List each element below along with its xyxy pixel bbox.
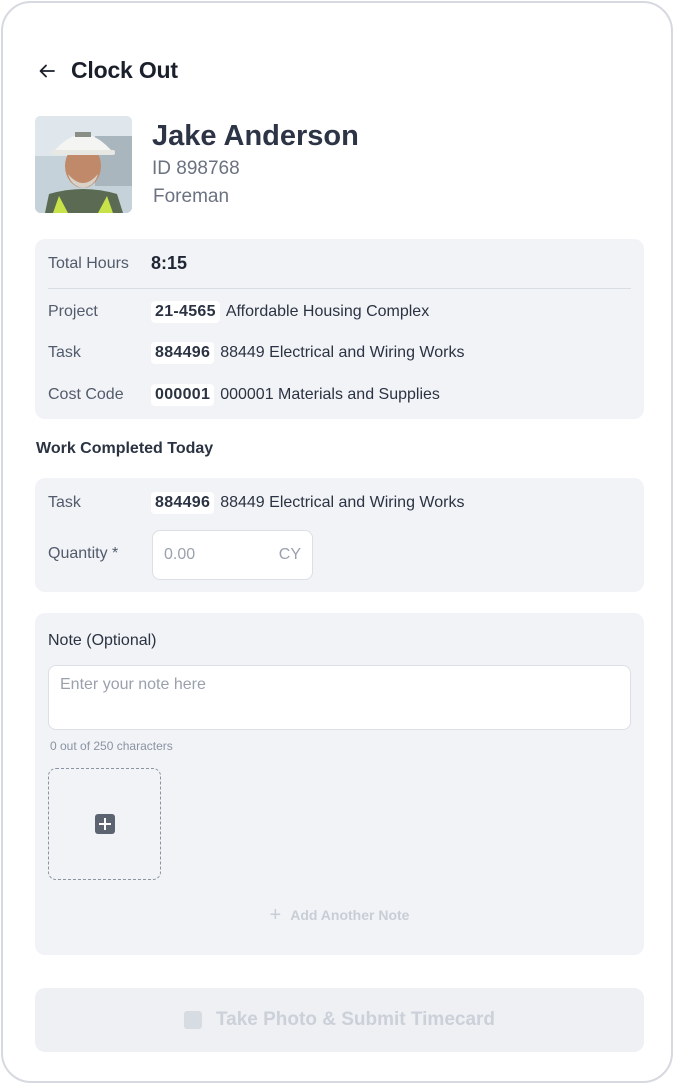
cost-code-name: 000001 Materials and Supplies (220, 386, 440, 403)
note-placeholder: Enter your note here (60, 676, 206, 693)
task-name: 88449 Electrical and Wiring Works (220, 344, 465, 361)
task-code: 884496 (151, 342, 215, 364)
employee-profile: Jake Anderson ID 898768 Foreman (35, 116, 359, 213)
project-code: 21-4565 (151, 301, 220, 323)
employee-role: Foreman (153, 186, 230, 207)
work-completed-card: Task 884496 88449 Electrical and Wiring … (35, 478, 644, 592)
total-hours-value: 8:15 (151, 253, 188, 273)
project-row: Project 21-4565 Affordable Housing Compl… (48, 301, 429, 323)
arrow-left-icon[interactable] (37, 61, 57, 81)
submit-label: Take Photo & Submit Timecard (215, 1009, 496, 1030)
work-task-code: 884496 (151, 492, 215, 514)
profile-info: Jake Anderson ID 898768 Foreman (152, 116, 359, 213)
camera-icon (183, 1011, 202, 1029)
work-completed-heading: Work Completed Today (36, 440, 214, 457)
work-task-name: 88449 Electrical and Wiring Works (220, 494, 465, 511)
plus-icon: + (269, 904, 282, 926)
submit-timecard-button[interactable]: Take Photo & Submit Timecard (35, 988, 644, 1052)
note-label: Note (Optional) (48, 632, 157, 649)
cost-code-label: Cost Code (48, 386, 124, 403)
quantity-label: Quantity * (48, 545, 119, 562)
total-hours-row: Total Hours 8:15 (48, 253, 187, 274)
task-label: Task (48, 344, 81, 361)
task-row: Task 884496 88449 Electrical and Wiring … (48, 342, 464, 364)
quantity-unit: CY (278, 546, 301, 563)
quantity-input[interactable]: 0.00 CY (152, 530, 313, 580)
timecard-summary: Total Hours 8:15 Project 21-4565 Afforda… (35, 239, 644, 419)
work-task-label: Task (48, 494, 81, 511)
header: Clock Out (37, 57, 178, 84)
total-hours-label: Total Hours (48, 254, 129, 272)
add-another-note-button[interactable]: + Add Another Note (35, 904, 644, 926)
cost-code-row: Cost Code 000001 000001 Materials and Su… (48, 384, 440, 406)
plus-square-icon (94, 814, 115, 834)
add-photo-button[interactable] (48, 768, 161, 880)
work-task-row: Task 884496 88449 Electrical and Wiring … (48, 492, 464, 514)
project-label: Project (48, 303, 98, 320)
quantity-row: Quantity * (48, 545, 151, 563)
quantity-placeholder: 0.00 (164, 546, 196, 563)
employee-name: Jake Anderson (152, 120, 359, 152)
char-count: 0 out of 250 characters (50, 739, 173, 753)
divider (48, 288, 631, 289)
note-input[interactable]: Enter your note here (48, 665, 631, 730)
add-another-note-label: Add Another Note (290, 907, 410, 923)
employee-id: ID 898768 (152, 158, 240, 179)
page-title: Clock Out (71, 57, 178, 83)
cost-code: 000001 (151, 384, 215, 406)
avatar-photo (35, 116, 132, 213)
app-frame: Clock Out Jake Anderson ID 898768 Forema… (1, 1, 673, 1083)
note-card: Note (Optional) Enter your note here 0 o… (35, 613, 644, 955)
avatar (35, 116, 132, 213)
project-name: Affordable Housing Complex (225, 303, 430, 320)
